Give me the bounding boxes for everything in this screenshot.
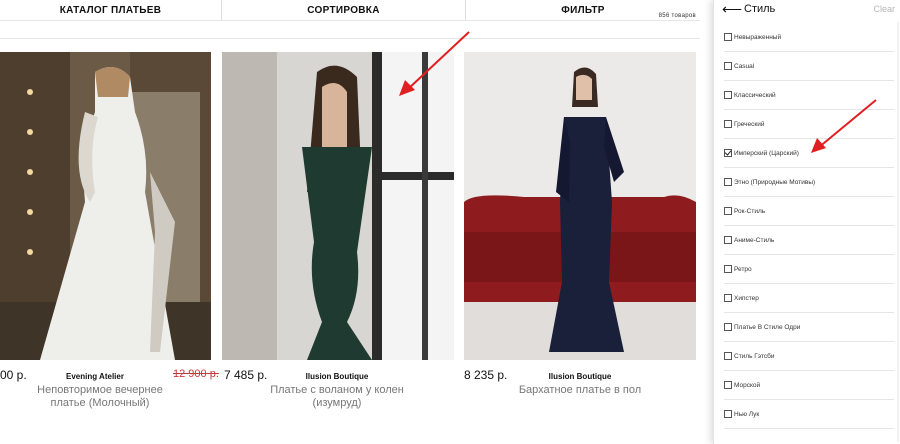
- style-option-label: Невыраженный: [734, 33, 782, 41]
- style-option-label: Классический: [734, 91, 776, 99]
- checkbox[interactable]: [724, 265, 732, 273]
- product-price: 7 485 р.: [224, 368, 268, 382]
- style-option-label: Аниме-Стиль: [734, 236, 775, 244]
- style-option-label: Ретро: [734, 265, 752, 273]
- scrollbar[interactable]: [897, 22, 899, 442]
- divider: [0, 20, 700, 21]
- divider: [0, 38, 700, 39]
- style-option[interactable]: Платье В Стиле Одри: [724, 313, 894, 342]
- product-name-line: (изумруд): [312, 397, 362, 409]
- product-name-line: Платье с воланом у колен: [270, 384, 404, 396]
- checkbox[interactable]: [724, 381, 732, 389]
- style-option-label: Casual: [734, 62, 755, 70]
- filter-button[interactable]: ФИЛЬТР 856 товаров: [465, 0, 700, 20]
- style-option[interactable]: Имперский (Царский): [724, 139, 894, 168]
- style-option-label: Этно (Природные Мотивы): [734, 178, 816, 186]
- product-image-1[interactable]: [0, 52, 211, 360]
- style-option-label: Имперский (Царский): [734, 149, 799, 157]
- filter-label: ФИЛЬТР: [561, 4, 605, 16]
- style-option-label: Стиль Гэтсби: [734, 352, 775, 360]
- style-option[interactable]: Этно (Природные Мотивы): [724, 168, 894, 197]
- product-image-2[interactable]: [222, 52, 454, 360]
- style-option[interactable]: Аниме-Стиль: [724, 226, 894, 255]
- product-price: 00 р.: [0, 368, 27, 382]
- style-option[interactable]: Греческий: [724, 110, 894, 139]
- checkbox[interactable]: [724, 120, 732, 128]
- product-image-3[interactable]: [464, 52, 696, 360]
- style-option[interactable]: Нью Лук: [724, 400, 894, 429]
- checkbox[interactable]: [724, 62, 732, 70]
- style-option-label: Морской: [734, 381, 761, 389]
- checkbox[interactable]: [724, 352, 732, 360]
- product-old-price: 12 900 р.: [173, 368, 219, 380]
- clear-button[interactable]: Clear: [873, 4, 895, 14]
- filter-panel-header: ⟵ Стиль Clear: [714, 0, 900, 20]
- style-option-label: Хипстер: [734, 294, 759, 302]
- style-option-label: Платье В Стиле Одри: [734, 323, 801, 331]
- style-option[interactable]: Морской: [724, 371, 894, 400]
- checkbox[interactable]: [724, 410, 732, 418]
- product-price: 8 235 р.: [464, 368, 508, 382]
- style-option[interactable]: Ретро: [724, 255, 894, 284]
- checkbox[interactable]: [724, 236, 732, 244]
- style-option[interactable]: Невыраженный: [724, 23, 894, 52]
- product-brand[interactable]: Ilusion Boutique: [282, 372, 392, 381]
- product-brand[interactable]: Evening Atelier: [40, 372, 150, 381]
- back-arrow-icon[interactable]: ⟵: [722, 1, 742, 17]
- style-option-label: Рок-Стиль: [734, 207, 766, 215]
- checkbox[interactable]: [724, 207, 732, 215]
- product-name[interactable]: Платье с воланом у колен (изумруд): [262, 384, 412, 410]
- product-name-line: Неповторимое вечернее: [37, 384, 163, 396]
- checkbox[interactable]: [724, 294, 732, 302]
- checkbox[interactable]: [724, 91, 732, 99]
- style-option[interactable]: Casual: [724, 52, 894, 81]
- style-option[interactable]: Стиль Гэтсби: [724, 342, 894, 371]
- checkbox[interactable]: [724, 149, 732, 157]
- items-count: 856 товаров: [658, 13, 696, 19]
- sort-button[interactable]: СОРТИРОВКА: [221, 0, 465, 20]
- style-option[interactable]: Классический: [724, 81, 894, 110]
- product-name-line: Бархатное платье в пол: [518, 384, 642, 396]
- checkbox[interactable]: [724, 178, 732, 186]
- product-name[interactable]: Неповторимое вечернее платье (Молочный): [20, 384, 180, 410]
- product-name[interactable]: Бархатное платье в пол: [505, 384, 655, 397]
- checkbox[interactable]: [724, 33, 732, 41]
- style-option[interactable]: Рок-Стиль: [724, 197, 894, 226]
- style-option[interactable]: Хипстер: [724, 284, 894, 313]
- style-option-label: Нью Лук: [734, 410, 760, 418]
- filter-panel-title: Стиль: [744, 3, 776, 15]
- catalog-toolbar: КАТАЛОГ ПЛАТЬЕВ СОРТИРОВКА ФИЛЬТР 856 то…: [0, 0, 700, 20]
- catalog-title[interactable]: КАТАЛОГ ПЛАТЬЕВ: [0, 0, 221, 20]
- filter-panel: ⟵ Стиль Clear Невыраженный Casual Классиче…: [713, 0, 900, 444]
- style-option-label: Греческий: [734, 120, 765, 128]
- product-name-line: платье (Молочный): [50, 397, 150, 409]
- product-brand[interactable]: Ilusion Boutique: [525, 372, 635, 381]
- checkbox[interactable]: [724, 323, 732, 331]
